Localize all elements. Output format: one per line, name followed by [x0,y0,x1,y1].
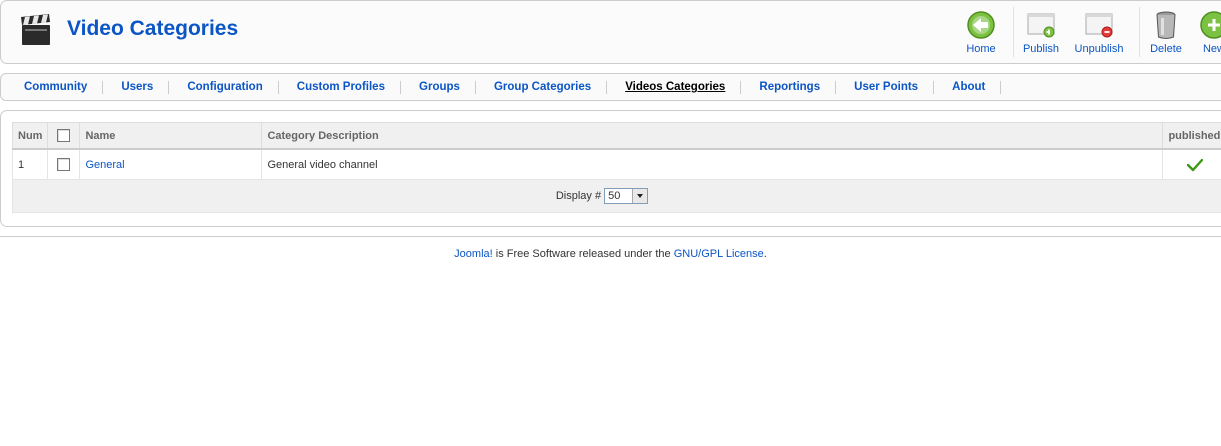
submenu: Community Users Configuration Custom Pro… [0,73,1221,101]
select-all-checkbox[interactable] [57,129,71,142]
table-footer-row: Display # 50 [12,179,1221,213]
display-count-select[interactable]: 50 [604,188,649,204]
header-checkbox [47,122,81,150]
new-icon [1200,11,1221,39]
row-name-link[interactable]: General [85,159,124,171]
submenu-custom-profiles[interactable]: Custom Profiles [282,81,401,94]
submenu-community[interactable]: Community [9,81,104,94]
categories-table: Num Name Category Description published … [11,122,1221,213]
submenu-users[interactable]: Users [106,81,170,94]
chevron-down-icon [632,189,648,203]
joomla-link[interactable]: Joomla! [454,248,493,260]
home-icon [967,11,995,39]
footer-text: is Free Software released under the [492,248,674,260]
header-published: published [1162,122,1221,150]
table-row: 1 General General video channel [11,148,1221,180]
row-checkbox[interactable] [57,158,71,171]
table-header-row: Num Name Category Description published [11,122,1221,150]
display-label: Display # [555,189,602,202]
toolbar-box: Video Categories Home Publish Unpublish [0,0,1221,64]
submenu-reportings[interactable]: Reportings [744,81,837,94]
trash-icon [1156,11,1176,39]
page-title: Video Categories [67,17,239,40]
row-checkbox-cell [47,148,81,180]
table-footer: Display # 50 [12,179,1221,213]
header-description: Category Description [261,122,1164,150]
footer-divider [0,236,1221,237]
submenu-videos-categories[interactable]: Videos Categories [610,81,742,94]
row-description: General video channel [261,148,1164,180]
row-num: 1 [11,148,49,180]
submenu-group-categories[interactable]: Group Categories [479,81,608,94]
row-name-cell: General [79,148,263,180]
unpublish-icon [1085,13,1113,38]
header-name: Name [79,122,263,150]
home-button[interactable]: Home [963,9,999,59]
clapperboard-icon [21,14,50,45]
unpublish-button[interactable]: Unpublish [1073,9,1125,59]
delete-button[interactable]: Delete [1147,9,1185,59]
submenu-about[interactable]: About [937,81,1002,94]
published-check-icon[interactable] [1187,158,1204,172]
license-link[interactable]: GNU/GPL License [674,248,764,260]
new-button[interactable]: New [1197,9,1221,59]
submenu-user-points[interactable]: User Points [839,81,935,94]
footer: Joomla! is Free Software released under … [454,248,767,260]
submenu-groups[interactable]: Groups [404,81,476,94]
publish-button[interactable]: Publish [1021,9,1061,59]
publish-icon [1027,13,1055,38]
header-num: Num [11,122,49,150]
row-published-cell [1162,148,1221,180]
submenu-configuration[interactable]: Configuration [172,81,279,94]
content-box: Num Name Category Description published … [0,110,1221,227]
